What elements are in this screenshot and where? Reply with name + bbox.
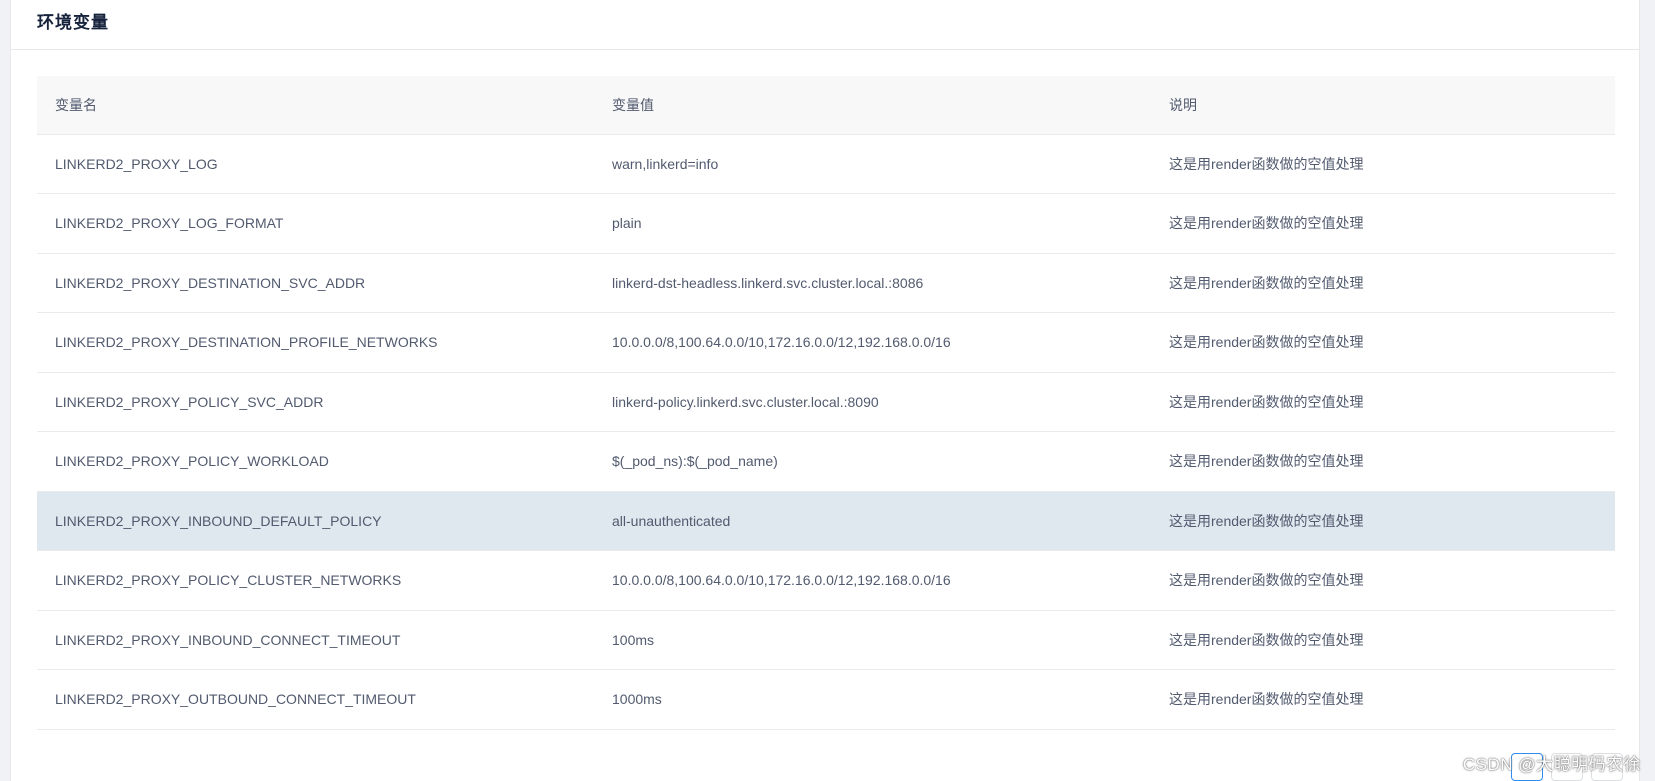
env-vars-table-wrapper: 变量名 变量值 说明 LINKERD2_PROXY_LOG warn,linke…: [37, 76, 1615, 730]
env-vars-card: 环境变量 变量名 变量值 说明 LINKERD2_PROXY_LOG warn,…: [10, 0, 1640, 781]
cell-variable-name: LINKERD2_PROXY_INBOUND_CONNECT_TIMEOUT: [37, 610, 594, 670]
cell-variable-name: LINKERD2_PROXY_DESTINATION_PROFILE_NETWO…: [37, 312, 594, 373]
cell-variable-name: LINKERD2_PROXY_OUTBOUND_CONNECT_TIMEOUT: [37, 669, 594, 730]
table-row[interactable]: LINKERD2_PROXY_POLICY_SVC_ADDR linkerd-p…: [37, 372, 1615, 432]
cell-variable-value: linkerd-policy.linkerd.svc.cluster.local…: [594, 372, 1151, 432]
cell-variable-name: LINKERD2_PROXY_LOG: [37, 134, 594, 194]
cell-variable-value: 100ms: [594, 610, 1151, 670]
cell-description: 这是用render函数做的空值处理: [1151, 610, 1615, 670]
pagination: [1511, 753, 1623, 781]
cell-description: 这是用render函数做的空值处理: [1151, 253, 1615, 313]
cell-variable-value: 1000ms: [594, 669, 1151, 730]
cell-description: 这是用render函数做的空值处理: [1151, 312, 1615, 373]
cell-description: 这是用render函数做的空值处理: [1151, 550, 1615, 611]
table-row[interactable]: LINKERD2_PROXY_DESTINATION_SVC_ADDR link…: [37, 253, 1615, 313]
cell-variable-name: LINKERD2_PROXY_POLICY_SVC_ADDR: [37, 372, 594, 432]
table-header-row: 变量名 变量值 说明: [37, 76, 1615, 135]
column-header-name: 变量名: [37, 76, 594, 135]
cell-variable-value: warn,linkerd=info: [594, 134, 1151, 194]
card-header: 环境变量: [11, 0, 1639, 50]
cell-description: 这是用render函数做的空值处理: [1151, 372, 1615, 432]
cell-variable-name: LINKERD2_PROXY_POLICY_CLUSTER_NETWORKS: [37, 550, 594, 611]
pagination-more-button[interactable]: [1591, 753, 1623, 781]
cell-variable-value: all-unauthenticated: [594, 491, 1151, 551]
env-vars-table: 变量名 变量值 说明 LINKERD2_PROXY_LOG warn,linke…: [37, 76, 1615, 730]
cell-variable-name: LINKERD2_PROXY_POLICY_WORKLOAD: [37, 431, 594, 492]
cell-description: 这是用render函数做的空值处理: [1151, 491, 1615, 551]
cell-variable-name: LINKERD2_PROXY_INBOUND_DEFAULT_POLICY: [37, 491, 594, 551]
table-row[interactable]: LINKERD2_PROXY_INBOUND_CONNECT_TIMEOUT 1…: [37, 610, 1615, 670]
cell-description: 这是用render函数做的空值处理: [1151, 431, 1615, 492]
cell-description: 这是用render函数做的空值处理: [1151, 193, 1615, 254]
table-row[interactable]: LINKERD2_PROXY_LOG_FORMAT plain 这是用rende…: [37, 193, 1615, 254]
column-header-value: 变量值: [594, 76, 1151, 135]
table-row[interactable]: LINKERD2_PROXY_OUTBOUND_CONNECT_TIMEOUT …: [37, 669, 1615, 730]
table-row[interactable]: LINKERD2_PROXY_POLICY_WORKLOAD $(_pod_ns…: [37, 431, 1615, 492]
table-row-hovered[interactable]: LINKERD2_PROXY_INBOUND_DEFAULT_POLICY al…: [37, 491, 1615, 551]
card-title: 环境变量: [37, 13, 109, 32]
pagination-current-page-button[interactable]: [1511, 753, 1543, 781]
pagination-next-button[interactable]: [1551, 753, 1583, 781]
table-row[interactable]: LINKERD2_PROXY_LOG warn,linkerd=info 这是用…: [37, 134, 1615, 194]
cell-variable-value: 10.0.0.0/8,100.64.0.0/10,172.16.0.0/12,1…: [594, 312, 1151, 373]
cell-variable-value: linkerd-dst-headless.linkerd.svc.cluster…: [594, 253, 1151, 313]
column-header-description: 说明: [1151, 76, 1615, 135]
table-header: 变量名 变量值 说明: [37, 76, 1615, 135]
table-body: LINKERD2_PROXY_LOG warn,linkerd=info 这是用…: [37, 134, 1615, 730]
table-row[interactable]: LINKERD2_PROXY_DESTINATION_PROFILE_NETWO…: [37, 312, 1615, 373]
cell-description: 这是用render函数做的空值处理: [1151, 134, 1615, 194]
cell-variable-value: plain: [594, 193, 1151, 254]
table-row[interactable]: LINKERD2_PROXY_POLICY_CLUSTER_NETWORKS 1…: [37, 550, 1615, 611]
cell-variable-value: $(_pod_ns):$(_pod_name): [594, 431, 1151, 492]
cell-variable-name: LINKERD2_PROXY_LOG_FORMAT: [37, 193, 594, 254]
cell-description: 这是用render函数做的空值处理: [1151, 669, 1615, 730]
cell-variable-value: 10.0.0.0/8,100.64.0.0/10,172.16.0.0/12,1…: [594, 550, 1151, 611]
cell-variable-name: LINKERD2_PROXY_DESTINATION_SVC_ADDR: [37, 253, 594, 313]
